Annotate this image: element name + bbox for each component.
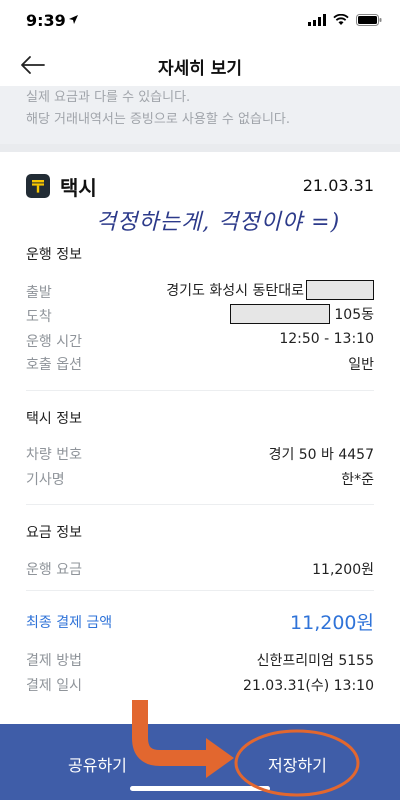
payment-method-label: 결제 방법 [26, 653, 82, 669]
driver-value: 한*준 [341, 472, 374, 488]
taxi-info-title: 택시 정보 [26, 411, 82, 427]
driver-label: 기사명 [26, 472, 65, 488]
fare-value: 11,200원 [312, 562, 374, 578]
ride-time-value: 12:50 - 13:10 [279, 331, 374, 347]
arrival-label: 도착 [26, 309, 52, 325]
call-option-label: 호출 옵션 [26, 357, 82, 373]
trip-date: 21.03.31 [302, 176, 374, 195]
payment-method-value: 신한프리미엄 5155 [256, 653, 374, 669]
cellular-signal-icon [308, 14, 326, 26]
departure-label: 출발 [26, 285, 52, 301]
wifi-icon [333, 14, 349, 25]
notice-line-1: 실제 요금과 다를 수 있습니다. [26, 90, 191, 105]
redaction-box [306, 280, 374, 300]
redaction-box [230, 304, 331, 324]
final-amount-label: 최종 결제 금액 [26, 615, 113, 631]
final-amount-value: 11,200원 [290, 612, 374, 634]
arrival-value: 105동 [230, 304, 374, 324]
notice-line-2: 해당 거래내역서는 증빙으로 사용할 수 없습니다. [26, 112, 290, 127]
ride-info-title: 운행 정보 [26, 247, 82, 263]
payment-time-label: 결제 일시 [26, 678, 82, 694]
home-indicator [130, 786, 270, 791]
status-time: 9:39 [26, 11, 66, 30]
divider [26, 390, 374, 391]
arrival-address: 105동 [334, 307, 374, 323]
plate-value: 경기 50 바 4457 [268, 447, 374, 463]
status-bar: 9:39 [0, 0, 400, 44]
fare-label: 운행 요금 [26, 562, 82, 578]
service-name: 택시 [60, 176, 97, 200]
call-option-value: 일반 [348, 357, 374, 373]
ride-time-label: 운행 시간 [26, 334, 82, 350]
divider [26, 504, 374, 505]
notice-box: 실제 요금과 다를 수 있습니다. 해당 거래내역서는 증빙으로 사용할 수 없… [0, 86, 400, 144]
plate-label: 차량 번호 [26, 447, 82, 463]
page-title: 자세히 보기 [157, 59, 243, 79]
status-icons [308, 14, 382, 26]
departure-value: 경기도 화성시 동탄대로 [166, 280, 374, 300]
battery-icon [356, 14, 382, 26]
receipt-card: 택시 21.03.31 걱정하는게, 걱정이야 =) 운행 정보 출발 경기도 … [0, 152, 400, 724]
nav-bar: 자세히 보기 [0, 44, 400, 86]
handwritten-note: 걱정하는게, 걱정이야 =) [96, 210, 341, 235]
share-button[interactable]: 공유하기 [68, 752, 127, 776]
fare-info-title: 요금 정보 [26, 525, 82, 541]
save-button[interactable]: 저장하기 [268, 752, 327, 776]
departure-address: 경기도 화성시 동탄대로 [166, 283, 304, 299]
payment-time-value: 21.03.31(수) 13:10 [243, 678, 374, 694]
kakao-t-icon [26, 174, 50, 198]
divider [26, 590, 374, 591]
location-arrow-icon [69, 15, 78, 24]
